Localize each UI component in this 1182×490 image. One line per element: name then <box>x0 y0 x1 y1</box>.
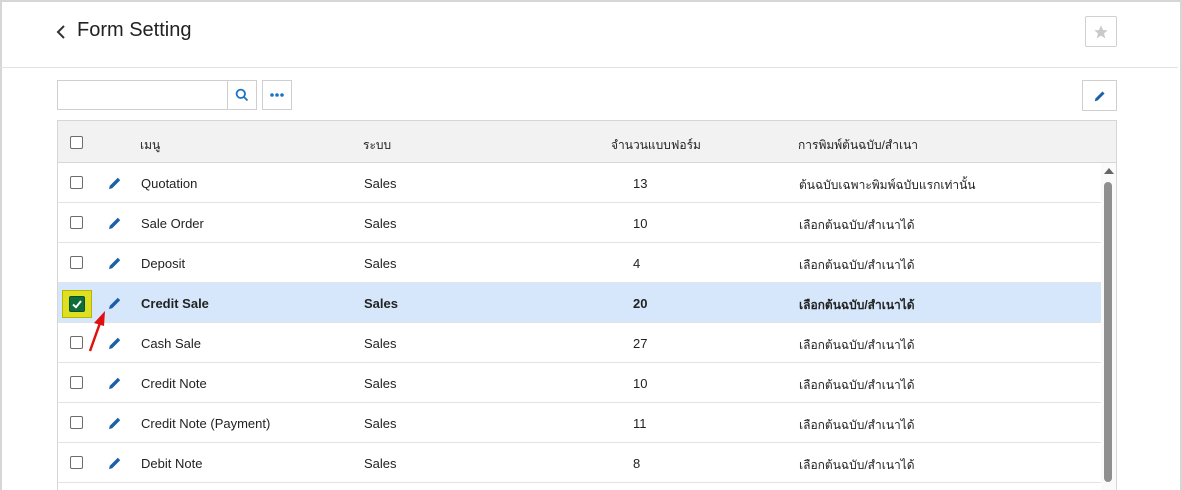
table-row[interactable]: Sale Order Sales 10 เลือกต้นฉบับ/สำเนาได… <box>58 203 1101 243</box>
pencil-icon <box>1094 90 1105 101</box>
chevron-left-icon[interactable] <box>54 22 70 42</box>
table-row[interactable]: Credit Note Sales 10 เลือกต้นฉบับ/สำเนาไ… <box>58 363 1101 403</box>
print-option-cell: เลือกต้นฉบับ/สำเนาได้ <box>799 218 915 232</box>
row-checkbox[interactable] <box>70 416 83 429</box>
menu-cell: Debit Note <box>141 456 203 471</box>
form-count-cell: 10 <box>633 216 648 231</box>
page-title: Form Setting <box>77 19 192 41</box>
select-all-checkbox[interactable] <box>70 136 83 149</box>
print-option-cell: เลือกต้นฉบับ/สำเนาได้ <box>799 378 915 392</box>
more-icon <box>270 93 284 97</box>
form-table: เมนู ระบบ จำนวนแบบฟอร์ม การพิมพ์ต้นฉบับ/… <box>57 120 1117 490</box>
menu-cell: Quotation <box>141 176 198 191</box>
print-option-cell: เลือกต้นฉบับ/สำเนาได้ <box>799 298 915 312</box>
page-header: Form Setting <box>0 0 1178 68</box>
menu-cell: Credit Note <box>141 376 207 391</box>
menu-cell: Cash Sale <box>141 336 201 351</box>
checkmark-icon <box>72 300 82 309</box>
print-option-cell: เลือกต้นฉบับ/สำเนาได้ <box>799 338 915 352</box>
system-cell: Sales <box>364 376 397 391</box>
row-checkbox[interactable] <box>70 456 83 469</box>
table-header: เมนู ระบบ จำนวนแบบฟอร์ม การพิมพ์ต้นฉบับ/… <box>58 121 1116 163</box>
form-count-cell: 20 <box>633 296 648 311</box>
pencil-icon[interactable] <box>107 455 123 471</box>
scrollbar-thumb[interactable] <box>1104 182 1112 482</box>
star-icon <box>1094 24 1108 38</box>
column-header-print-option[interactable]: การพิมพ์ต้นฉบับ/สำเนา <box>798 136 918 155</box>
row-checkbox[interactable] <box>70 336 83 349</box>
system-cell: Sales <box>364 336 397 351</box>
edit-button[interactable] <box>1082 80 1117 111</box>
table-row[interactable]: Debit Note Sales 8 เลือกต้นฉบับ/สำเนาได้ <box>58 443 1101 483</box>
system-cell: Sales <box>364 176 397 191</box>
system-cell: Sales <box>364 256 397 271</box>
row-checkbox-checked[interactable] <box>69 296 85 312</box>
form-count-cell: 13 <box>633 176 648 191</box>
row-checkbox[interactable] <box>70 376 83 389</box>
table-row[interactable]: Cash Sale Sales 27 เลือกต้นฉบับ/สำเนาได้ <box>58 323 1101 363</box>
favorite-button[interactable] <box>1085 16 1117 47</box>
menu-cell: Deposit <box>141 256 186 271</box>
annotation-arrow <box>88 311 105 352</box>
table-body: Quotation Sales 13 ต้นฉบับเฉพาะพิมพ์ฉบับ… <box>58 163 1101 483</box>
row-checkbox[interactable] <box>70 176 83 189</box>
table-row[interactable]: Deposit Sales 4 เลือกต้นฉบับ/สำเนาได้ <box>58 243 1101 283</box>
search-button[interactable] <box>227 80 257 110</box>
system-cell: Sales <box>364 416 397 431</box>
menu-cell: Credit Note (Payment) <box>141 416 271 431</box>
column-header-system[interactable]: ระบบ <box>363 136 391 155</box>
pencil-icon[interactable] <box>107 175 123 191</box>
table-row-selected[interactable]: Credit Sale Sales 20 เลือกต้นฉบับ/สำเนาไ… <box>58 283 1101 323</box>
print-option-cell: ต้นฉบับเฉพาะพิมพ์ฉบับแรกเท่านั้น <box>799 178 976 192</box>
print-option-cell: เลือกต้นฉบับ/สำเนาได้ <box>799 458 915 472</box>
form-count-cell: 10 <box>633 376 648 391</box>
row-checkbox[interactable] <box>70 256 83 269</box>
column-header-menu[interactable]: เมนู <box>140 136 160 155</box>
form-count-cell: 27 <box>633 336 648 351</box>
search-icon <box>235 88 249 102</box>
scroll-up-arrow-icon[interactable] <box>1104 168 1114 174</box>
print-option-cell: เลือกต้นฉบับ/สำเนาได้ <box>799 258 915 272</box>
search-input[interactable] <box>57 80 228 110</box>
pencil-icon[interactable] <box>107 375 123 391</box>
menu-cell: Credit Sale <box>141 296 209 311</box>
pencil-icon[interactable] <box>107 415 123 431</box>
column-header-form-count[interactable]: จำนวนแบบฟอร์ม <box>611 136 701 155</box>
row-checkbox[interactable] <box>70 216 83 229</box>
system-cell: Sales <box>364 456 397 471</box>
more-options-button[interactable] <box>262 80 292 110</box>
form-count-cell: 11 <box>633 416 647 431</box>
system-cell: Sales <box>364 296 398 311</box>
system-cell: Sales <box>364 216 397 231</box>
menu-cell: Sale Order <box>141 216 204 231</box>
pencil-icon[interactable] <box>107 255 123 271</box>
form-count-cell: 4 <box>633 256 641 271</box>
table-row[interactable]: Credit Note (Payment) Sales 11 เลือกต้นฉ… <box>58 403 1101 443</box>
form-count-cell: 8 <box>633 456 641 471</box>
table-row[interactable]: Quotation Sales 13 ต้นฉบับเฉพาะพิมพ์ฉบับ… <box>58 163 1101 203</box>
pencil-icon[interactable] <box>107 215 123 231</box>
print-option-cell: เลือกต้นฉบับ/สำเนาได้ <box>799 418 915 432</box>
